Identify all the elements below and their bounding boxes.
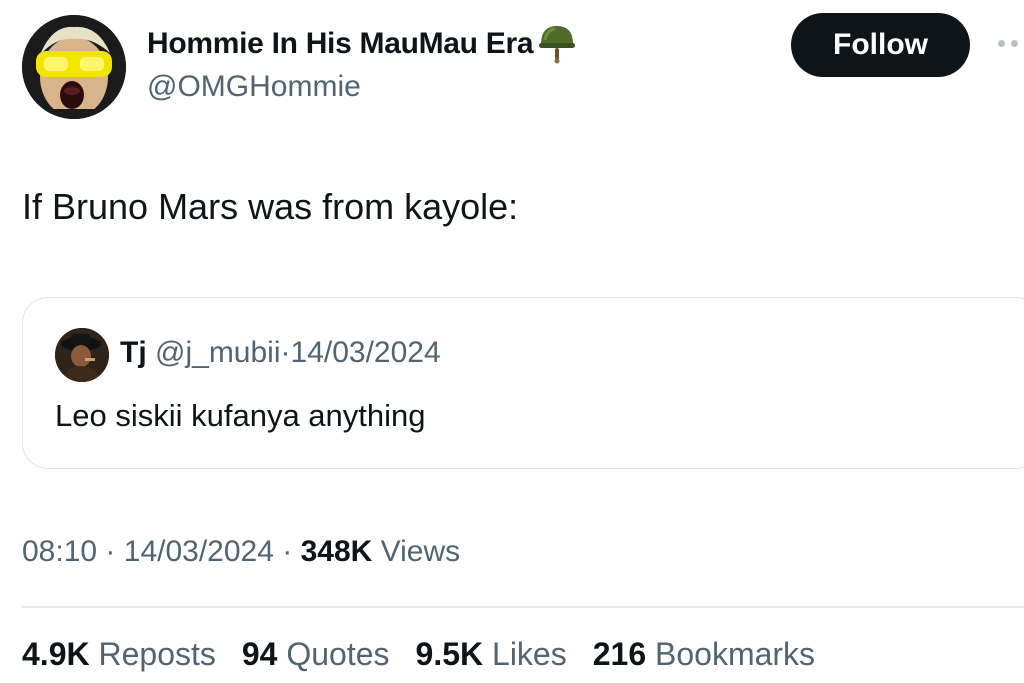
tweet-text: If Bruno Mars was from kayole: bbox=[22, 186, 519, 227]
likes-label: Likes bbox=[492, 636, 567, 672]
avatar-image-icon bbox=[22, 15, 126, 119]
likes-count: 9.5K bbox=[415, 636, 484, 672]
author-name-row[interactable]: Hommie In His MauMau Era bbox=[147, 24, 577, 64]
reposts-label: Reposts bbox=[98, 636, 216, 672]
meta-separator: · bbox=[105, 535, 116, 568]
helmet-icon bbox=[539, 26, 576, 64]
quoted-tweet-card[interactable]: Tj @j_mubii·14/03/2024 Leo siskii kufany… bbox=[22, 297, 1024, 469]
meta-separator: · bbox=[282, 535, 293, 568]
views-count: 348K bbox=[300, 535, 373, 568]
bookmarks-stat[interactable]: 216 Bookmarks bbox=[593, 636, 815, 673]
reposts-count: 4.9K bbox=[22, 636, 90, 672]
bookmarks-count: 216 bbox=[592, 636, 647, 672]
quoted-separator: · bbox=[280, 336, 291, 369]
quoted-tweet-date[interactable]: 14/03/2024 bbox=[291, 336, 441, 369]
more-options-icon[interactable] bbox=[998, 40, 1018, 47]
quoted-author-avatar[interactable] bbox=[55, 328, 109, 382]
tweet-date[interactable]: 14/03/2024 bbox=[124, 535, 274, 568]
author-handle[interactable]: @OMGHommie bbox=[147, 70, 361, 104]
engagement-stats: 4.9K Reposts 94 Quotes 9.5K Likes 216 Bo… bbox=[22, 636, 815, 673]
tweet-time[interactable]: 08:10 bbox=[22, 535, 97, 568]
divider bbox=[22, 606, 1024, 608]
quoted-author-name[interactable]: Tj bbox=[120, 336, 147, 369]
author-display-name[interactable]: Hommie In His MauMau Era bbox=[147, 27, 534, 61]
follow-button[interactable]: Follow bbox=[791, 13, 970, 77]
bookmarks-label: Bookmarks bbox=[655, 636, 816, 672]
views-label: Views bbox=[380, 535, 461, 568]
quotes-label: Quotes bbox=[286, 636, 390, 672]
quoted-tweet-meta: Tj @j_mubii·14/03/2024 bbox=[120, 336, 441, 370]
quoted-author-handle[interactable]: @j_mubii bbox=[155, 336, 281, 369]
reposts-stat[interactable]: 4.9K Reposts bbox=[22, 636, 216, 673]
quoted-avatar-image-icon bbox=[55, 328, 109, 382]
likes-stat[interactable]: 9.5K Likes bbox=[416, 636, 567, 673]
quotes-stat[interactable]: 94 Quotes bbox=[242, 636, 390, 673]
author-avatar[interactable] bbox=[22, 15, 126, 119]
tweet-meta: 08:10 · 14/03/2024 · 348K Views bbox=[22, 535, 460, 569]
quoted-tweet-text: Leo siskii kufanya anything bbox=[55, 398, 426, 433]
quotes-count: 94 bbox=[241, 636, 278, 672]
